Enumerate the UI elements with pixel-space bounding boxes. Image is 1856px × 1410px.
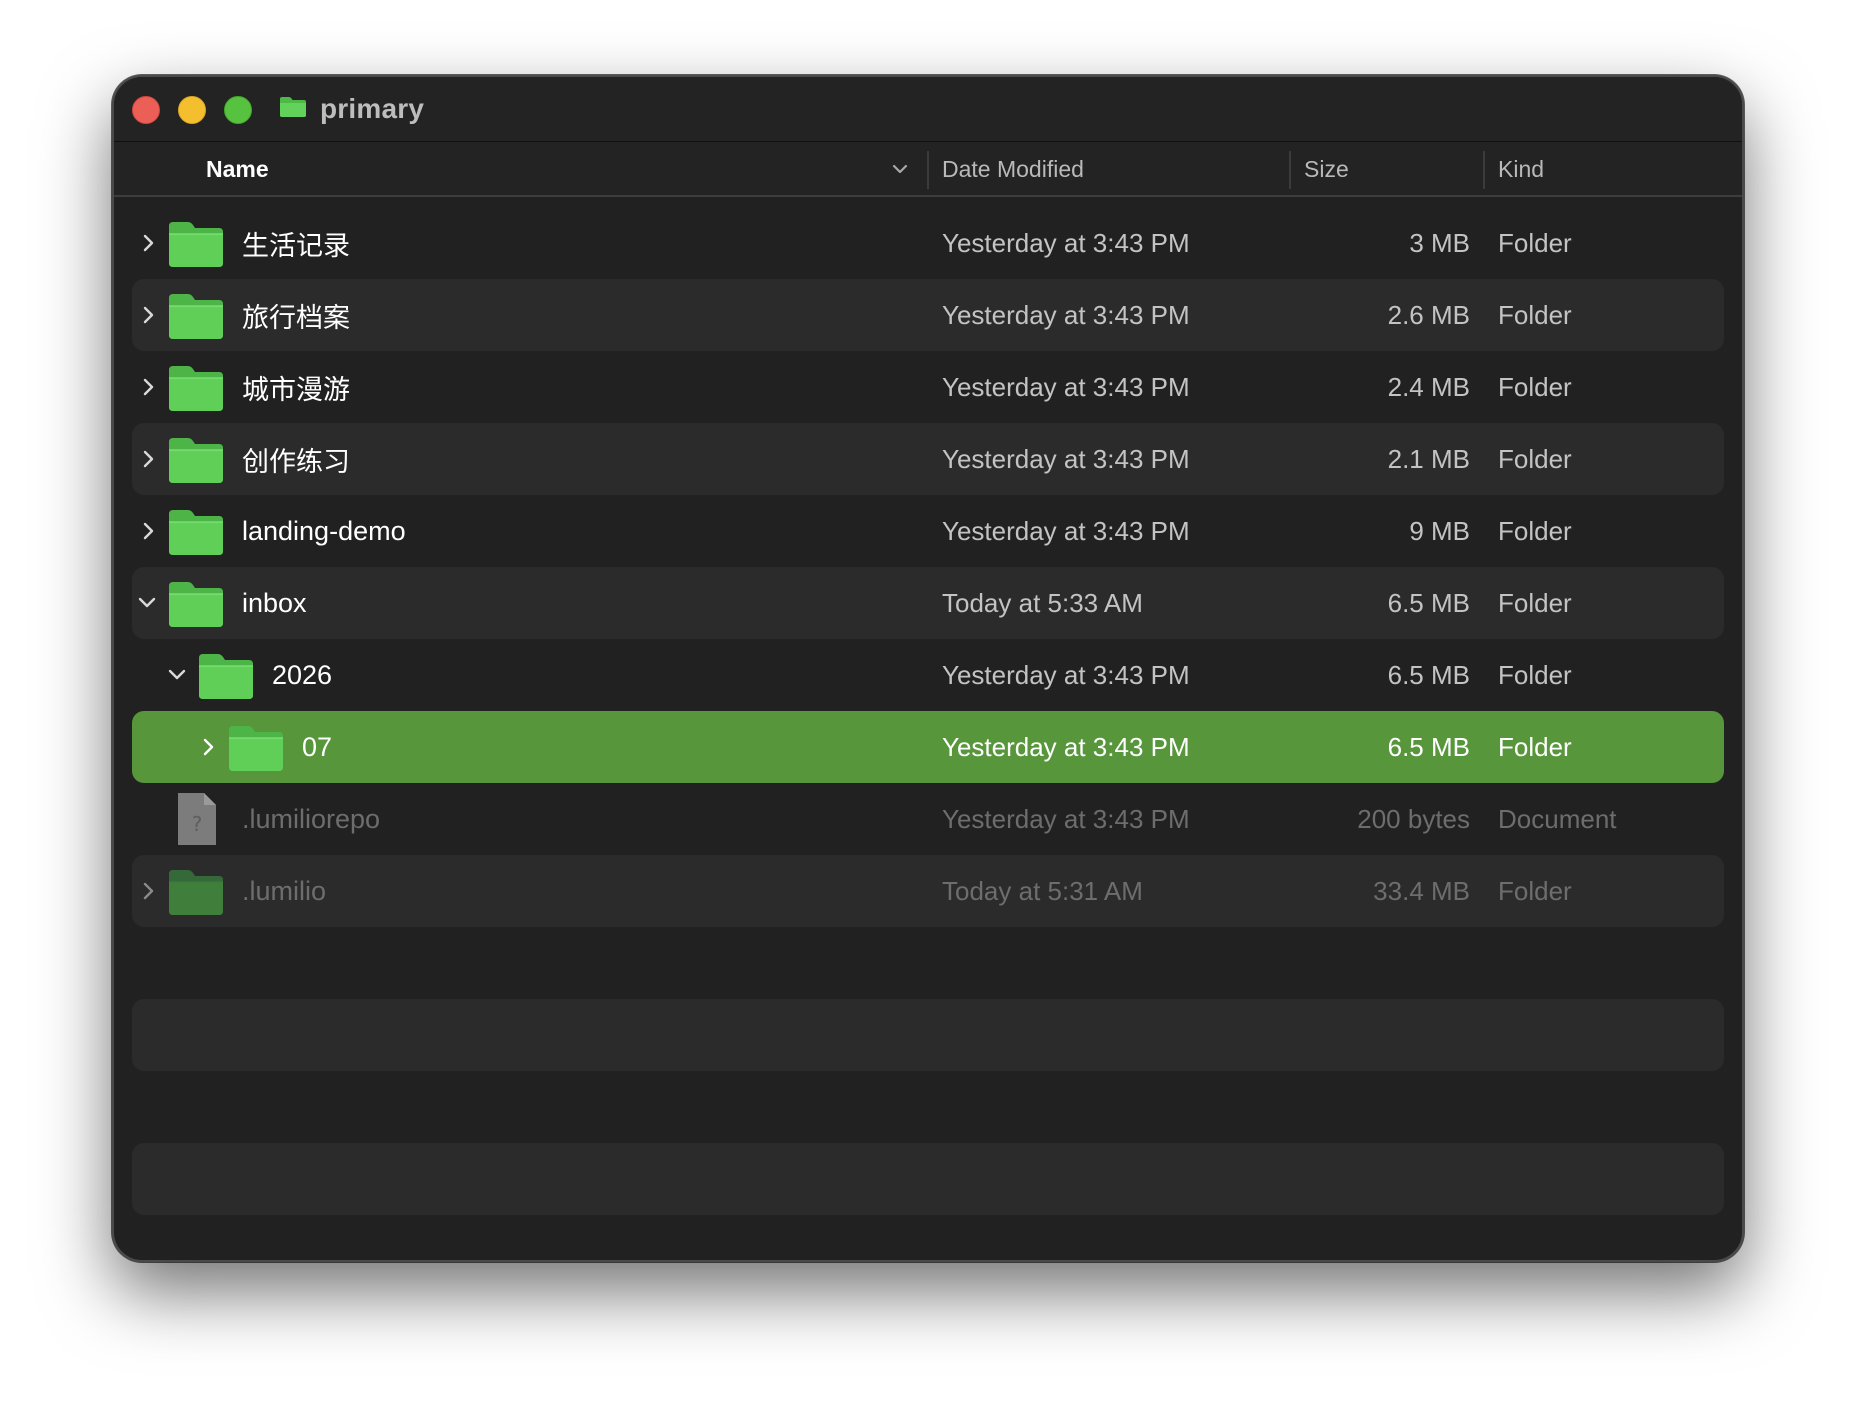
table-row[interactable]: inbox Today at 5:33 AM 6.5 MB Folder: [132, 567, 1724, 639]
document-icon: ?: [166, 791, 226, 852]
disclosure-chevron-right-icon[interactable]: [200, 735, 218, 759]
empty-row: [132, 1143, 1724, 1215]
row-size: 6.5 MB: [1387, 731, 1470, 762]
row-date-modified: Yesterday at 3:43 PM: [942, 299, 1190, 330]
row-date-modified: Yesterday at 3:43 PM: [942, 659, 1190, 690]
row-size: 9 MB: [1409, 515, 1470, 546]
folder-icon: [166, 579, 226, 634]
zoom-button[interactable]: [224, 96, 252, 124]
row-kind: Folder: [1498, 515, 1572, 546]
column-header-kind[interactable]: Kind: [1498, 142, 1544, 196]
disclosure-chevron-right-icon[interactable]: [140, 519, 158, 543]
disclosure-chevron-right-icon[interactable]: [140, 879, 158, 903]
disclosure-chevron-down-icon[interactable]: [166, 663, 186, 687]
table-row[interactable]: 创作练习 Yesterday at 3:43 PM 2.1 MB Folder: [132, 423, 1724, 495]
folder-icon: [166, 435, 226, 490]
column-header-name[interactable]: Name: [206, 142, 269, 196]
row-size: 200 bytes: [1357, 803, 1470, 834]
row-kind: Folder: [1498, 227, 1572, 258]
empty-row: [132, 927, 1724, 999]
table-row[interactable]: 城市漫游 Yesterday at 3:43 PM 2.4 MB Folder: [132, 351, 1724, 423]
row-name: 07: [302, 731, 333, 762]
row-kind: Folder: [1498, 443, 1572, 474]
folder-icon: [196, 651, 256, 706]
empty-row: [132, 999, 1724, 1071]
disclosure-chevron-right-icon[interactable]: [140, 447, 158, 471]
row-kind: Folder: [1498, 875, 1572, 906]
row-date-modified: Yesterday at 3:43 PM: [942, 371, 1190, 402]
svg-text:?: ?: [192, 812, 203, 836]
disclosure-chevron-right-icon[interactable]: [140, 375, 158, 399]
row-size: 2.1 MB: [1387, 443, 1470, 474]
table-row[interactable]: 生活记录 Yesterday at 3:43 PM 3 MB Folder: [132, 207, 1724, 279]
column-header: Name Date Modified Size Kind: [114, 141, 1742, 197]
row-name: 旅行档案: [242, 302, 350, 333]
row-name: .lumiliorepo: [242, 803, 381, 834]
folder-icon: [226, 723, 286, 778]
folder-icon: [166, 867, 226, 922]
column-separator[interactable]: [927, 151, 929, 189]
folder-icon: [166, 363, 226, 418]
row-size: 2.4 MB: [1387, 371, 1470, 402]
disclosure-chevron-right-icon[interactable]: [140, 231, 158, 255]
folder-icon: [278, 95, 308, 124]
row-date-modified: Yesterday at 3:43 PM: [942, 731, 1190, 762]
column-header-size[interactable]: Size: [1304, 142, 1349, 196]
table-row[interactable]: 2026 Yesterday at 3:43 PM 6.5 MB Folder: [132, 639, 1724, 711]
column-separator[interactable]: [1289, 151, 1291, 189]
row-name: landing-demo: [242, 515, 406, 546]
table-row[interactable]: 07 Yesterday at 3:43 PM 6.5 MB Folder: [132, 711, 1724, 783]
folder-icon: [166, 219, 226, 274]
column-header-date[interactable]: Date Modified: [942, 142, 1084, 196]
row-name: .lumilio: [242, 875, 327, 906]
close-button[interactable]: [132, 96, 160, 124]
minimize-button[interactable]: [178, 96, 206, 124]
row-size: 33.4 MB: [1373, 875, 1470, 906]
row-name: 创作练习: [242, 446, 350, 477]
empty-row: [132, 1071, 1724, 1143]
row-date-modified: Yesterday at 3:43 PM: [942, 515, 1190, 546]
row-size: 3 MB: [1409, 227, 1470, 258]
window-title-area: primary: [278, 91, 424, 127]
column-separator[interactable]: [1483, 151, 1485, 189]
row-name: 城市漫游: [242, 374, 350, 405]
row-kind: Folder: [1498, 731, 1572, 762]
folder-icon: [166, 507, 226, 562]
finder-window: primary Name Date Modified Size Kind 生活记…: [112, 75, 1744, 1262]
table-row[interactable]: .lumilio Today at 5:31 AM 33.4 MB Folder: [132, 855, 1724, 927]
row-name: 生活记录: [242, 230, 350, 261]
file-list: 生活记录 Yesterday at 3:43 PM 3 MB Folder 旅行档案 Y…: [132, 207, 1724, 1215]
row-date-modified: Yesterday at 3:43 PM: [942, 227, 1190, 258]
window-title: primary: [320, 93, 425, 124]
row-kind: Folder: [1498, 659, 1572, 690]
table-row[interactable]: ? .lumiliorepo Yesterday at 3:43 PM 200 by…: [132, 783, 1724, 855]
row-kind: Folder: [1498, 299, 1572, 330]
disclosure-chevron-right-icon[interactable]: [140, 303, 158, 327]
row-date-modified: Today at 5:33 AM: [942, 587, 1143, 618]
row-size: 2.6 MB: [1387, 299, 1470, 330]
title-bar[interactable]: primary: [114, 77, 1742, 141]
row-size: 6.5 MB: [1387, 587, 1470, 618]
table-row[interactable]: 旅行档案 Yesterday at 3:43 PM 2.6 MB Folder: [132, 279, 1724, 351]
row-name: inbox: [242, 587, 307, 618]
row-kind: Document: [1498, 803, 1617, 834]
folder-icon: [166, 291, 226, 346]
row-kind: Folder: [1498, 371, 1572, 402]
row-kind: Folder: [1498, 587, 1572, 618]
row-date-modified: Today at 5:31 AM: [942, 875, 1143, 906]
row-date-modified: Yesterday at 3:43 PM: [942, 443, 1190, 474]
chevron-down-icon[interactable]: [890, 159, 910, 184]
row-size: 6.5 MB: [1387, 659, 1470, 690]
row-name: 2026: [272, 659, 333, 690]
disclosure-chevron-down-icon[interactable]: [136, 591, 156, 615]
row-date-modified: Yesterday at 3:43 PM: [942, 803, 1190, 834]
table-row[interactable]: landing-demo Yesterday at 3:43 PM 9 MB Fold…: [132, 495, 1724, 567]
